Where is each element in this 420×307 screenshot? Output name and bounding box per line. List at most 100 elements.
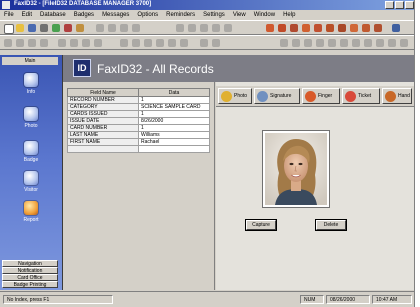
column-header[interactable]: Field Name bbox=[67, 88, 139, 97]
rectangle-icon[interactable] bbox=[304, 39, 312, 47]
sidebar-item-badge[interactable]: Badge bbox=[17, 141, 45, 163]
color-icon[interactable] bbox=[338, 24, 346, 32]
sort-icon[interactable] bbox=[188, 24, 196, 32]
menu-file[interactable]: File bbox=[0, 12, 18, 18]
menu-badges[interactable]: Badges bbox=[70, 12, 98, 18]
layout-icon[interactable] bbox=[374, 24, 382, 32]
underline-icon[interactable] bbox=[144, 39, 152, 47]
edit-record-icon[interactable] bbox=[82, 39, 90, 47]
encode-icon[interactable] bbox=[362, 24, 370, 32]
menu-edit[interactable]: Edit bbox=[18, 12, 36, 18]
capture-button[interactable]: Capture bbox=[246, 220, 276, 230]
field-value[interactable] bbox=[138, 145, 210, 153]
open-folder-icon[interactable] bbox=[16, 24, 24, 32]
sidebar-item-visitor[interactable]: Visitor bbox=[17, 171, 45, 193]
redo-icon[interactable] bbox=[120, 24, 128, 32]
table-row[interactable]: RECORD NUMBER 1 bbox=[67, 96, 210, 104]
last-record-icon[interactable] bbox=[40, 39, 48, 47]
filter-icon[interactable] bbox=[176, 24, 184, 32]
pointer-icon[interactable] bbox=[280, 39, 288, 47]
cut-icon[interactable] bbox=[64, 24, 72, 32]
query-icon[interactable] bbox=[200, 24, 208, 32]
sidebar-item-photo[interactable]: Photo bbox=[17, 107, 45, 129]
capture-icon[interactable] bbox=[278, 24, 286, 32]
prev-record-icon[interactable] bbox=[16, 39, 24, 47]
menu-messages[interactable]: Messages bbox=[98, 12, 133, 18]
table-row[interactable]: LAST NAME Williams bbox=[67, 131, 210, 139]
field-value[interactable]: 8/26/2000 bbox=[138, 117, 210, 125]
hand-button[interactable]: Hand bbox=[382, 88, 412, 104]
magstripe-icon[interactable] bbox=[364, 39, 372, 47]
align-right-icon[interactable] bbox=[180, 39, 188, 47]
delete-record-icon[interactable] bbox=[70, 39, 78, 47]
image-tool-icon[interactable] bbox=[340, 39, 348, 47]
border-icon[interactable] bbox=[388, 39, 396, 47]
crop-icon[interactable] bbox=[290, 24, 298, 32]
paste-icon[interactable] bbox=[96, 24, 104, 32]
add-record-icon[interactable] bbox=[58, 39, 66, 47]
ellipse-icon[interactable] bbox=[316, 39, 324, 47]
brightness-icon[interactable] bbox=[314, 24, 322, 32]
menu-reminders[interactable]: Reminders bbox=[162, 12, 199, 18]
sidebar-card-office-button[interactable]: Card Office bbox=[2, 274, 58, 281]
column-header[interactable]: Data bbox=[138, 88, 210, 97]
bold-icon[interactable] bbox=[120, 39, 128, 47]
copy-icon[interactable] bbox=[76, 24, 84, 32]
maximize-button[interactable] bbox=[395, 1, 404, 9]
sidebar-header[interactable]: Main bbox=[2, 57, 58, 65]
sidebar-navigation-button[interactable]: Navigation bbox=[2, 260, 58, 267]
field-value[interactable]: 1 bbox=[138, 124, 210, 132]
italic-icon[interactable] bbox=[132, 39, 140, 47]
find-icon[interactable] bbox=[132, 24, 140, 32]
new-record-icon[interactable] bbox=[4, 24, 14, 34]
table-row[interactable]: CATEGORY SCIENCE SAMPLE CARD bbox=[67, 103, 210, 111]
table-row[interactable]: FIRST NAME Rachael bbox=[67, 138, 210, 146]
first-record-icon[interactable] bbox=[4, 39, 12, 47]
export-icon[interactable] bbox=[224, 24, 232, 32]
undo-icon[interactable] bbox=[108, 24, 116, 32]
menu-view[interactable]: View bbox=[229, 12, 250, 18]
help-icon[interactable] bbox=[392, 24, 400, 32]
sidebar-badge-printing-button[interactable]: Badge Printing bbox=[2, 281, 58, 288]
menu-help[interactable]: Help bbox=[279, 12, 299, 18]
menu-window[interactable]: Window bbox=[250, 12, 279, 18]
preview-icon[interactable] bbox=[52, 24, 60, 32]
barcode-icon[interactable] bbox=[352, 39, 360, 47]
table-row[interactable] bbox=[67, 145, 210, 153]
zoom-out-icon[interactable] bbox=[212, 39, 220, 47]
line-icon[interactable] bbox=[292, 39, 300, 47]
close-button[interactable] bbox=[405, 1, 414, 9]
save-icon[interactable] bbox=[28, 24, 36, 32]
sidebar-item-info[interactable]: Info bbox=[17, 73, 45, 95]
report-icon[interactable] bbox=[212, 24, 220, 32]
field-value[interactable]: SCIENCE SAMPLE CARD bbox=[138, 103, 210, 111]
fill-icon[interactable] bbox=[376, 39, 384, 47]
table-row[interactable]: CARD NUMBER 1 bbox=[67, 124, 210, 132]
photo-button[interactable]: Photo bbox=[218, 88, 252, 104]
text-tool-icon[interactable] bbox=[328, 39, 336, 47]
align-center-icon[interactable] bbox=[168, 39, 176, 47]
zoom-in-icon[interactable] bbox=[200, 39, 208, 47]
delete-button[interactable]: Delete bbox=[316, 220, 346, 230]
minimize-button[interactable] bbox=[385, 1, 394, 9]
field-value[interactable]: 1 bbox=[138, 96, 210, 104]
finger-button[interactable]: Finger bbox=[302, 88, 340, 104]
next-record-icon[interactable] bbox=[28, 39, 36, 47]
sidebar-notification-button[interactable]: Notification bbox=[2, 267, 58, 274]
field-value[interactable]: Rachael bbox=[138, 138, 210, 146]
camera-icon[interactable] bbox=[266, 24, 274, 32]
menu-settings[interactable]: Settings bbox=[199, 12, 229, 18]
field-value[interactable]: 1 bbox=[138, 110, 210, 118]
rotate-icon[interactable] bbox=[302, 24, 310, 32]
table-row[interactable]: CARDS ISSUED 1 bbox=[67, 110, 210, 118]
align-left-icon[interactable] bbox=[156, 39, 164, 47]
field-value[interactable]: Williams bbox=[138, 131, 210, 139]
refresh-icon[interactable] bbox=[94, 39, 102, 47]
table-row[interactable]: ISSUE DATE 8/26/2000 bbox=[67, 117, 210, 125]
signature-button[interactable]: Signature bbox=[254, 88, 300, 104]
sidebar-item-report[interactable]: Report bbox=[17, 201, 45, 223]
contrast-icon[interactable] bbox=[326, 24, 334, 32]
print-icon[interactable] bbox=[40, 24, 48, 32]
badge-print-icon[interactable] bbox=[350, 24, 358, 32]
grid-icon[interactable] bbox=[400, 39, 408, 47]
